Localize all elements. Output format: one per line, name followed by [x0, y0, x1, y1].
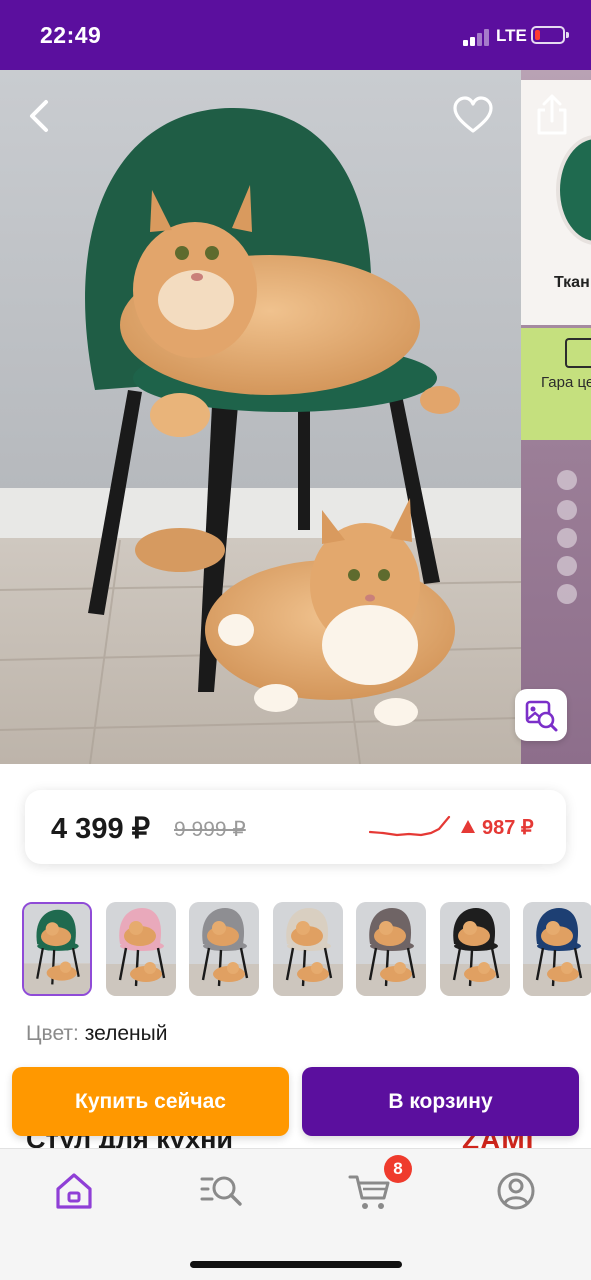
decor-dot: [557, 556, 577, 576]
cart-count-badge: 8: [384, 1155, 412, 1183]
product-photo[interactable]: [0, 70, 521, 764]
decor-dot: [557, 470, 577, 490]
color-variant-thumbnail[interactable]: [22, 902, 92, 996]
chair-thumbnail-image: [272, 902, 343, 996]
current-price: 4 399 ₽: [51, 813, 151, 845]
back-icon: [30, 100, 48, 132]
chair-thumbnail-image: [189, 902, 259, 996]
decor-dot: [557, 500, 577, 520]
share-button[interactable]: [532, 94, 572, 136]
price-history-sparkline: [369, 815, 451, 837]
battery-level: [535, 30, 540, 40]
home-icon: [56, 1173, 92, 1209]
price-change-value: 987 ₽: [482, 817, 534, 839]
next-slide-text-2: Гара целос досто: [541, 374, 591, 391]
color-value: зеленый: [84, 1022, 168, 1045]
next-slide-preview[interactable]: Ткан пр Гара целос досто: [521, 70, 591, 764]
color-variant-thumbnail[interactable]: [272, 902, 343, 996]
chair-thumbnail-image: [356, 902, 426, 996]
tab-catalog[interactable]: [198, 1167, 246, 1215]
back-button[interactable]: [22, 96, 58, 136]
color-row: Цвет: зеленый: [26, 1022, 167, 1046]
tab-profile[interactable]: [492, 1167, 540, 1215]
catalog-search-icon: [200, 1176, 242, 1206]
add-to-cart-button[interactable]: В корзину: [302, 1067, 579, 1136]
thumbs-up-icon: [565, 338, 591, 368]
color-label: Цвет:: [26, 1022, 79, 1045]
product-gallery[interactable]: Ткан пр Гара целос досто: [0, 70, 591, 764]
product-screen: 22:49 LTE Ткан Гара це 4 399 ₽ 9 999 ₽ 9…: [0, 0, 591, 1280]
decor-dot: [557, 528, 577, 548]
battery-icon: [531, 26, 569, 44]
visual-search-button[interactable]: [515, 689, 567, 741]
heart-icon: [453, 96, 493, 133]
color-variant-thumbnail[interactable]: [356, 902, 426, 996]
signal-icon: [463, 28, 493, 46]
decor-dot: [557, 584, 577, 604]
tab-home[interactable]: [50, 1167, 98, 1215]
color-variant-thumbnail[interactable]: [439, 902, 510, 996]
chair-thumbnail-image: [105, 902, 176, 996]
home-indicator: [190, 1261, 402, 1268]
buy-now-button[interactable]: Купить сейчас: [12, 1067, 289, 1136]
color-variants-list: [0, 900, 591, 1000]
chair-thumbnail-image: [523, 902, 591, 996]
color-variant-thumbnail[interactable]: [189, 902, 259, 996]
old-price: 9 999 ₽: [174, 818, 246, 841]
tab-bar: 8: [0, 1148, 591, 1280]
price-change: 987 ₽: [461, 815, 534, 840]
visual-search-icon: [525, 700, 558, 732]
chair-thumbnail-image: [24, 904, 90, 994]
status-bar: 22:49 LTE: [0, 0, 591, 70]
favorite-button[interactable]: [452, 96, 494, 136]
price-section: 4 399 ₽ 9 999 ₽ 987 ₽: [0, 764, 591, 884]
profile-icon: [497, 1172, 535, 1210]
price-up-icon: [461, 820, 475, 833]
share-icon: [537, 94, 567, 135]
network-type: LTE: [496, 26, 527, 45]
chair-thumbnail-image: [439, 902, 510, 996]
color-variant-thumbnail[interactable]: [523, 902, 591, 996]
status-time: 22:49: [40, 22, 102, 48]
color-variant-thumbnail[interactable]: [105, 902, 176, 996]
price-card[interactable]: 4 399 ₽ 9 999 ₽ 987 ₽: [25, 790, 566, 864]
next-slide-text-1: Ткан пр: [554, 274, 591, 291]
